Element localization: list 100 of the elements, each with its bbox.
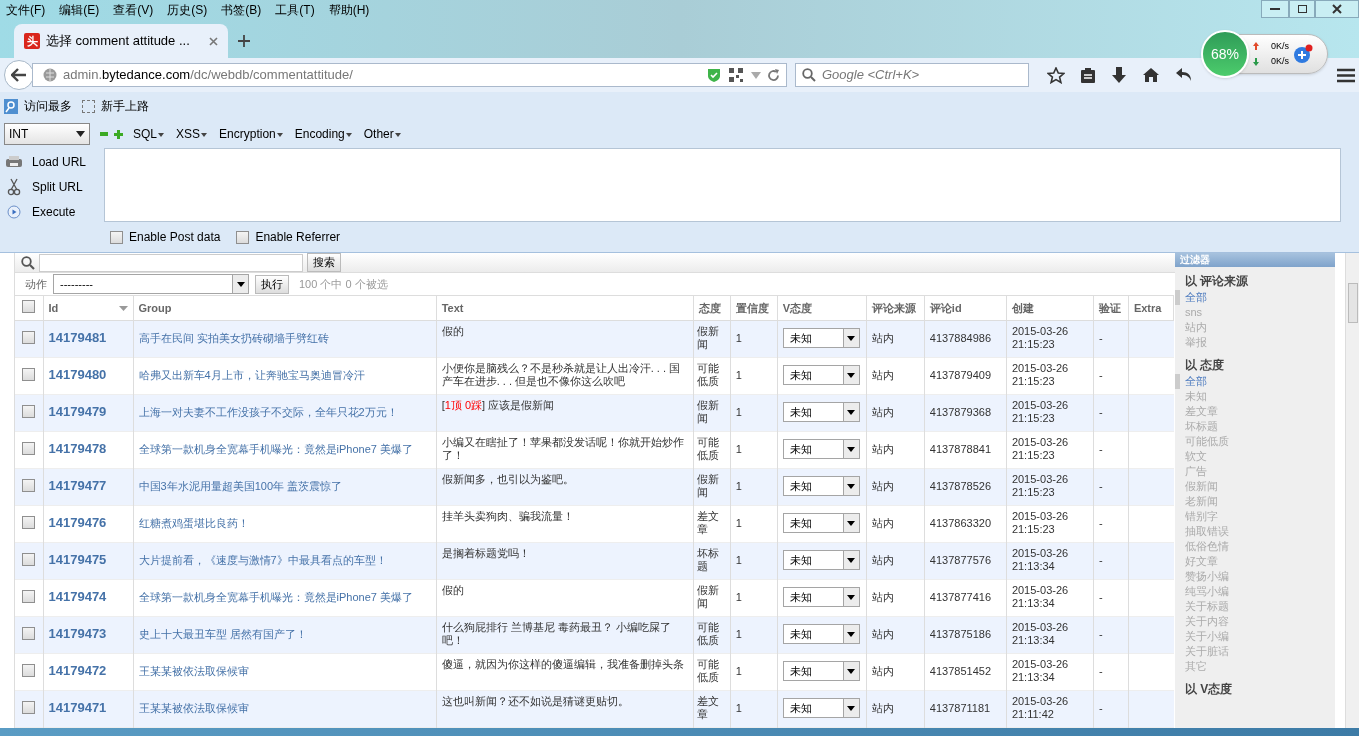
column-header[interactable]: V态度	[782, 299, 813, 317]
row-checkbox[interactable]	[22, 442, 36, 455]
row-checkbox[interactable]	[22, 368, 36, 381]
search-button[interactable]: 搜索	[307, 253, 341, 272]
id-link[interactable]: 14179473	[48, 626, 107, 641]
v-attitude-select[interactable]: 未知	[782, 439, 860, 459]
menu-item[interactable]: 编辑(E)	[59, 1, 100, 19]
id-link[interactable]: 14179481	[48, 330, 107, 345]
dropdown-arrow-icon[interactable]	[76, 131, 85, 137]
action-select[interactable]: ---------	[53, 274, 249, 294]
new-tab-icon[interactable]	[238, 35, 250, 47]
select-all-checkbox[interactable]	[22, 300, 36, 313]
back-button[interactable]	[4, 60, 34, 90]
column-header[interactable]: 置信度	[735, 299, 769, 317]
group-link[interactable]: 全球第一款机身全宽幕手机曝光：竟然是iPhone7 美爆了	[138, 591, 413, 603]
home-icon[interactable]	[1142, 67, 1160, 83]
row-checkbox[interactable]	[22, 479, 36, 492]
column-header[interactable]: 验证	[1098, 299, 1121, 317]
row-checkbox[interactable]	[22, 553, 36, 566]
id-link[interactable]: 14179479	[48, 404, 107, 419]
v-attitude-select[interactable]: 未知	[782, 661, 860, 681]
id-link[interactable]: 14179472	[48, 663, 107, 678]
group-link[interactable]: 全球第一款机身全宽幕手机曝光：竟然是iPhone7 美爆了	[138, 443, 413, 455]
qr-code-icon[interactable]	[729, 68, 743, 82]
menu-item[interactable]: 书签(B)	[221, 1, 262, 19]
minimize-icon[interactable]	[1261, 0, 1289, 18]
id-link[interactable]: 14179474	[48, 589, 107, 604]
group-link[interactable]: 红糖煮鸡蛋堪比良药！	[138, 517, 249, 529]
column-header[interactable]: Group	[138, 299, 172, 317]
sort-icon[interactable]	[118, 305, 128, 311]
run-button[interactable]: 执行	[255, 274, 289, 294]
filter-option[interactable]: 全部	[1180, 290, 1207, 305]
id-link[interactable]: 14179480	[48, 367, 107, 382]
row-checkbox[interactable]	[22, 627, 36, 640]
hackbar-menu-button[interactable]: SQL	[133, 125, 164, 143]
close-icon[interactable]	[1315, 0, 1359, 18]
v-attitude-select[interactable]: 未知	[782, 402, 860, 422]
row-checkbox[interactable]	[22, 331, 36, 344]
row-checkbox[interactable]	[22, 405, 36, 418]
checkbox[interactable]	[110, 230, 123, 244]
group-link[interactable]: 王某某被依法取保候审	[138, 702, 249, 714]
column-header[interactable]: 创建	[1011, 299, 1034, 317]
column-header[interactable]: 评论id	[929, 299, 962, 317]
v-attitude-select[interactable]: 未知	[782, 587, 860, 607]
row-checkbox[interactable]	[22, 664, 36, 677]
row-checkbox[interactable]	[22, 590, 36, 603]
hackbar-menu-button[interactable]: Encoding	[294, 125, 352, 143]
star-icon[interactable]	[1047, 66, 1065, 84]
group-link[interactable]: 中国3年水泥用量超美国100年 盖茨震惊了	[138, 480, 343, 492]
id-link[interactable]: 14179478	[48, 441, 107, 456]
group-link[interactable]: 上海一对夫妻不工作没孩子不交际，全年只花2万元！	[138, 406, 398, 418]
bookmark-item[interactable]: 访问最多	[24, 97, 72, 115]
menu-item[interactable]: 帮助(H)	[328, 1, 370, 19]
group-link[interactable]: 高手在民间 实拍美女扔砖砌墙手劈红砖	[138, 332, 329, 344]
v-attitude-select[interactable]: 未知	[782, 624, 860, 644]
type-select[interactable]: INT	[4, 123, 90, 145]
row-checkbox[interactable]	[22, 701, 36, 714]
v-attitude-select[interactable]: 未知	[782, 476, 860, 496]
plus-icon[interactable]	[1293, 44, 1313, 64]
hackbar-menu-button[interactable]: Other	[363, 125, 401, 143]
address-bar[interactable]: admin.bytedance.com/dc/webdb/commentattitude/	[32, 63, 787, 87]
id-link[interactable]: 14179471	[48, 700, 107, 715]
row-checkbox[interactable]	[22, 516, 36, 529]
id-link[interactable]: 14179475	[48, 552, 107, 567]
undo-icon[interactable]	[1175, 67, 1193, 83]
reload-icon[interactable]	[767, 68, 780, 82]
menu-item[interactable]: 查看(V)	[113, 1, 154, 19]
hackbar-action-button[interactable]: Execute	[32, 203, 76, 221]
column-header[interactable]: Extra	[1133, 299, 1162, 317]
group-link[interactable]: 史上十大最丑车型 居然有国产了！	[138, 628, 307, 640]
group-link[interactable]: 王某某被依法取保候审	[138, 665, 249, 677]
v-attitude-select[interactable]: 未知	[782, 365, 860, 385]
search-input[interactable]	[39, 253, 303, 272]
restore-icon[interactable]	[1289, 0, 1315, 18]
column-header[interactable]: 评论来源	[871, 299, 916, 317]
menu-item[interactable]: 历史(S)	[167, 1, 208, 19]
download-icon[interactable]	[1111, 66, 1127, 84]
column-header[interactable]: 态度	[698, 299, 721, 317]
search-field[interactable]: Google <Ctrl+K>	[795, 63, 1029, 87]
v-attitude-select[interactable]: 未知	[782, 550, 860, 570]
browser-tab[interactable]: 头 选择 comment attitude ...	[14, 24, 228, 58]
clipboard-icon[interactable]	[1080, 66, 1096, 84]
menu-icon[interactable]	[1337, 67, 1355, 83]
scrollbar[interactable]	[1345, 253, 1359, 728]
filter-option[interactable]: 全部	[1180, 374, 1207, 389]
group-link[interactable]: 哈弗又出新车4月上市，让奔驰宝马奥迪冒冷汗	[138, 369, 365, 381]
checkbox[interactable]	[236, 230, 250, 244]
v-attitude-select[interactable]: 未知	[782, 513, 860, 533]
hackbar-action-button[interactable]: Split URL	[32, 178, 83, 196]
group-link[interactable]: 大片提前看，《速度与激情7》中最具看点的车型！	[138, 554, 387, 566]
v-attitude-select[interactable]: 未知	[782, 698, 860, 718]
hackbar-action-button[interactable]: Load URL	[32, 153, 87, 171]
column-header[interactable]: Id	[48, 299, 59, 317]
id-link[interactable]: 14179477	[48, 478, 107, 493]
close-icon[interactable]	[209, 36, 218, 46]
menu-item[interactable]: 工具(T)	[275, 1, 315, 19]
menu-item[interactable]: 文件(F)	[6, 1, 46, 19]
hackbar-menu-button[interactable]: XSS	[176, 125, 208, 143]
column-header[interactable]: Text	[441, 299, 464, 317]
bookmark-item[interactable]: 新手上路	[101, 97, 149, 115]
